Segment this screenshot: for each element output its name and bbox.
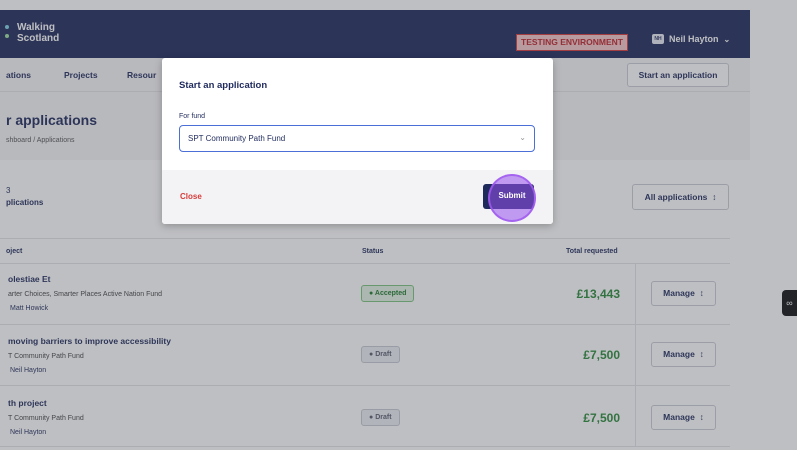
submit-label: Submit: [498, 191, 526, 200]
chevron-down-icon: ⌄: [519, 133, 526, 142]
dialog-title: Start an application: [179, 80, 268, 91]
application-page: Walking Scotland TESTING ENVIRONMENT NH …: [0, 0, 797, 450]
close-button[interactable]: Close: [180, 192, 202, 201]
click-highlight: Submit: [488, 174, 536, 222]
fund-select-value: SPT Community Path Fund: [188, 134, 286, 143]
fund-select[interactable]: SPT Community Path Fund ⌄: [179, 125, 535, 152]
fund-field-label: For fund: [179, 113, 206, 120]
